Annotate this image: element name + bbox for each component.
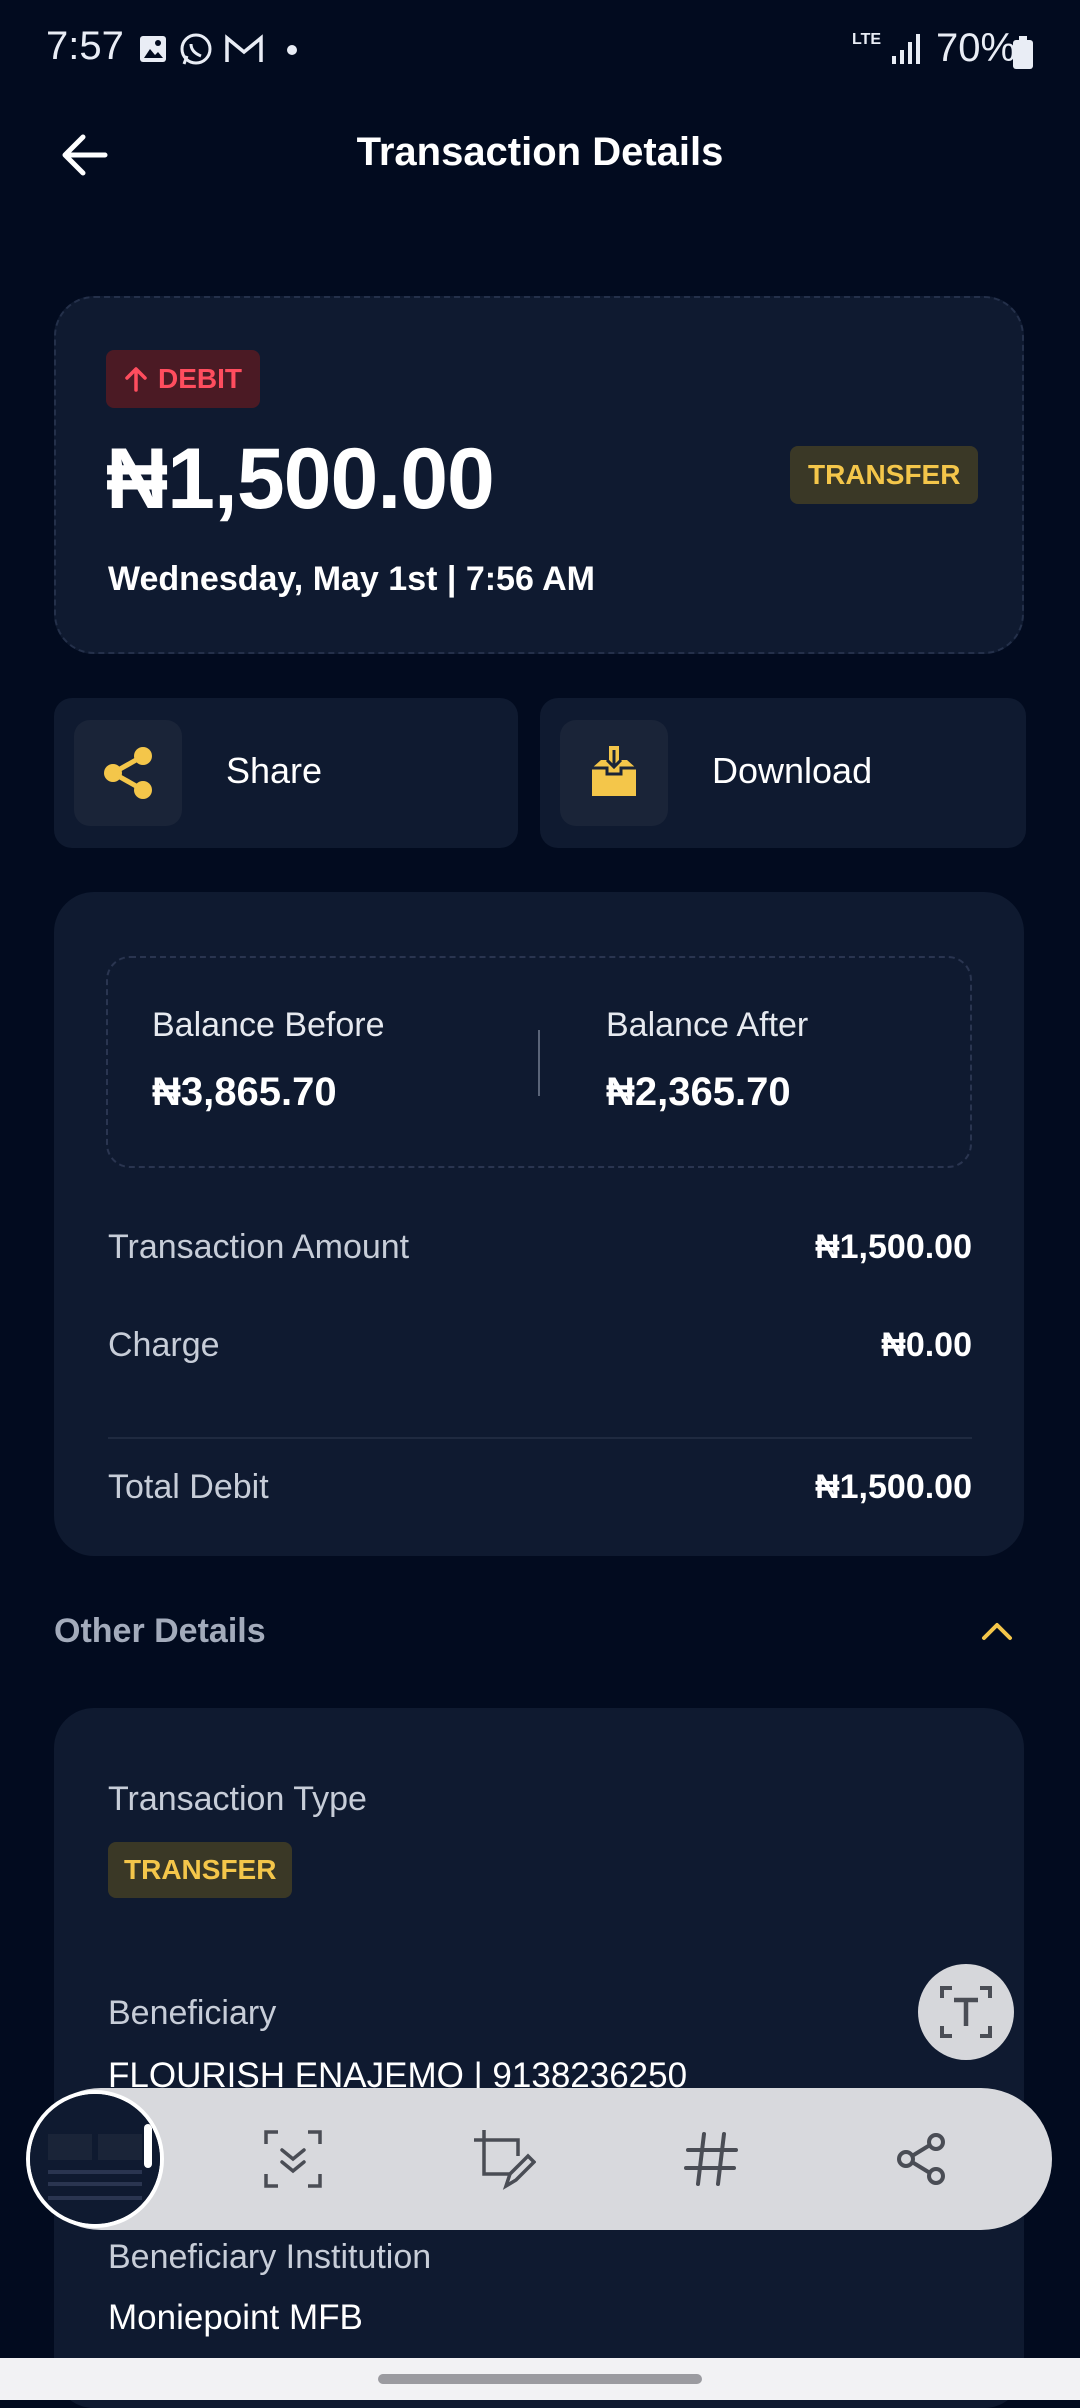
status-bar: 7:57 LTE 70% (0, 0, 1080, 100)
charge-value: ₦0.00 (881, 1326, 972, 1364)
balance-before-label: Balance Before (152, 1006, 385, 1044)
transaction-type-badge: TRANSFER (108, 1842, 293, 1898)
download-icon (592, 746, 636, 796)
scroll-capture-icon (264, 2130, 322, 2188)
home-gesture-handle[interactable] (378, 2374, 702, 2384)
share-button[interactable]: Share (54, 698, 518, 848)
transaction-amount-label: Transaction Amount (108, 1228, 410, 1266)
gallery-icon (140, 36, 166, 62)
crop-edit-icon (474, 2130, 536, 2190)
transaction-type-label: Transaction Type (108, 1780, 367, 1818)
download-button[interactable]: Download (540, 698, 1026, 848)
text-extract-icon (940, 1986, 992, 2038)
dot-icon (287, 45, 297, 55)
transaction-amount: ₦1,500.00 (106, 431, 495, 527)
total-debit-value: ₦1,500.00 (815, 1468, 972, 1506)
page-title: Transaction Details (356, 130, 724, 174)
hashtag-button[interactable] (676, 2124, 746, 2194)
beneficiary-institution-label: Beneficiary Institution (108, 2238, 432, 2276)
transaction-datetime: Wednesday, May 1st | 7:56 AM (108, 560, 595, 598)
thumbnail-preview (30, 2094, 160, 2224)
share-icon (104, 747, 152, 799)
download-label: Download (712, 750, 873, 791)
whatsapp-icon (180, 33, 212, 65)
arrow-up-icon (125, 367, 147, 392)
balance-divider (538, 1030, 540, 1096)
lte-icon: LTE (852, 31, 882, 48)
debit-badge-label: DEBIT (158, 363, 242, 394)
breakdown-divider (108, 1437, 972, 1439)
balance-after-value: ₦2,365.70 (606, 1070, 791, 1114)
charge-label: Charge (108, 1326, 220, 1364)
beneficiary-label: Beneficiary (108, 1994, 277, 2032)
beneficiary-institution-value: Moniepoint MFB (108, 2298, 363, 2337)
share-icon (897, 2133, 945, 2185)
signal-icon (892, 34, 920, 64)
share-label: Share (226, 750, 323, 791)
battery-percent: 70% (936, 26, 1017, 70)
debit-badge: DEBIT (106, 350, 260, 408)
download-icon-box (560, 720, 668, 826)
screenshot-thumbnail[interactable] (26, 2090, 164, 2228)
hashtag-icon (684, 2132, 738, 2186)
share-icon-box (74, 720, 182, 826)
total-debit-label: Total Debit (108, 1468, 269, 1506)
battery-icon (1013, 36, 1033, 69)
gmail-icon (225, 34, 263, 62)
scroll-capture-button[interactable] (258, 2124, 328, 2194)
toolbar-share-button[interactable] (886, 2124, 956, 2194)
transaction-amount-value: ₦1,500.00 (815, 1228, 972, 1266)
balance-after-label: Balance After (606, 1006, 809, 1044)
crop-edit-button[interactable] (468, 2124, 538, 2194)
extract-text-button[interactable] (918, 1964, 1014, 2060)
status-time: 7:57 (46, 24, 124, 68)
collapse-toggle[interactable] (972, 1610, 1022, 1650)
transfer-badge: TRANSFER (790, 446, 979, 504)
other-details-title: Other Details (54, 1612, 266, 1650)
balance-before-value: ₦3,865.70 (152, 1070, 337, 1114)
chevron-up-icon (982, 1623, 1012, 1640)
